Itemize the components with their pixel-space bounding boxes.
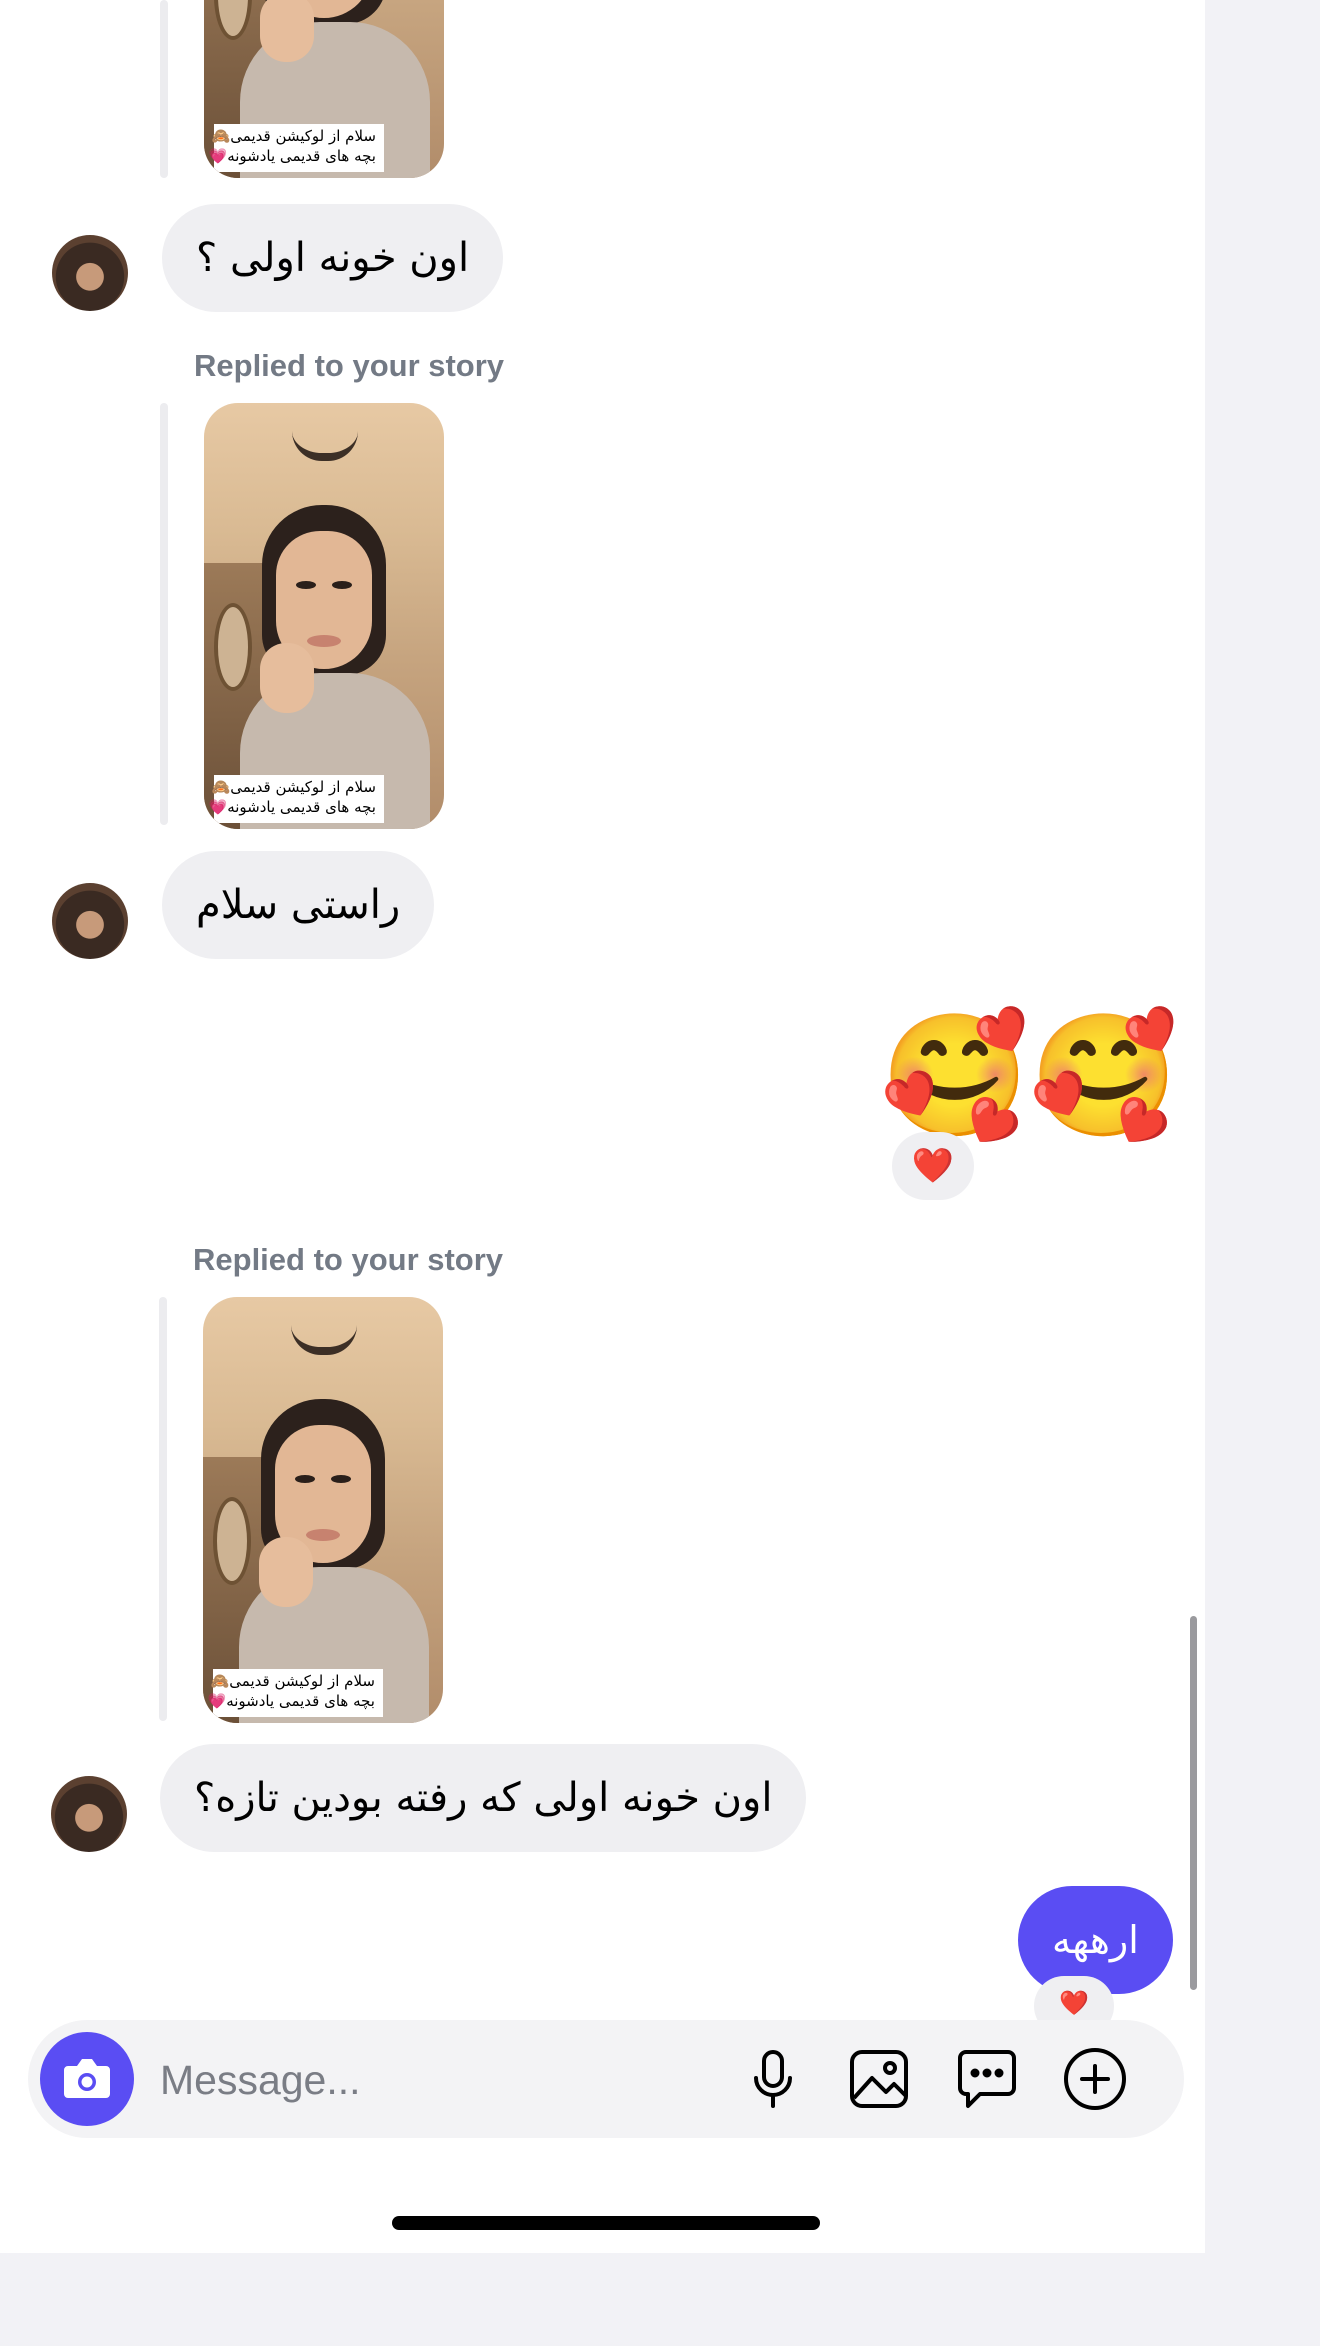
microphone-icon[interactable]: [734, 2040, 812, 2118]
sender-avatar[interactable]: [51, 1776, 127, 1852]
message-input[interactable]: [158, 2040, 722, 2120]
story-thumbnail[interactable]: سلام از لوکیشن قدیمی🙈 بچه های قدیمی یادشو…: [204, 403, 444, 829]
chat-screen: سلام از لوکیشن قدیمی🙈 بچه های قدیمی یادشو…: [0, 0, 1205, 2253]
incoming-message[interactable]: راستی سلام: [162, 851, 435, 959]
story-caption: سلام از لوکیشن قدیمی🙈 بچه های قدیمی یادشو…: [209, 124, 384, 172]
home-indicator[interactable]: [392, 2216, 820, 2230]
story-reply-bar: [160, 0, 168, 178]
sticker-chat-icon[interactable]: [948, 2040, 1026, 2118]
replied-to-story-label: Replied to your story: [193, 1242, 504, 1277]
scrollbar[interactable]: [1190, 1616, 1197, 1990]
sender-avatar[interactable]: [52, 883, 128, 959]
camera-button[interactable]: [40, 2032, 134, 2126]
replied-to-story-label: Replied to your story: [194, 348, 505, 383]
story-thumbnail[interactable]: سلام از لوکیشن قدیمی🙈 بچه های قدیمی یادشو…: [203, 1297, 443, 1723]
story-reply-bar: [160, 403, 168, 825]
emoji-message[interactable]: 🥰🥰: [880, 1012, 1179, 1142]
story-reply-bar: [159, 1297, 167, 1721]
sender-avatar[interactable]: [52, 235, 128, 311]
story-thumbnail[interactable]: سلام از لوکیشن قدیمی🙈 بچه های قدیمی یادشو…: [204, 0, 444, 178]
add-icon[interactable]: [1056, 2040, 1134, 2118]
incoming-message[interactable]: اون خونه اولی که رفته بودین تازه؟: [160, 1744, 807, 1852]
story-caption: سلام از لوکیشن قدیمی🙈 بچه های قدیمی یادشو…: [209, 775, 384, 823]
gallery-icon[interactable]: [840, 2040, 918, 2118]
incoming-message[interactable]: اون خونه اولی ؟: [162, 204, 504, 312]
camera-icon: [64, 2059, 110, 2098]
heart-reaction[interactable]: ❤️: [892, 1132, 974, 1200]
message-composer: [28, 2020, 1184, 2138]
story-caption: سلام از لوکیشن قدیمی🙈 بچه های قدیمی یادشو…: [208, 1669, 383, 1717]
